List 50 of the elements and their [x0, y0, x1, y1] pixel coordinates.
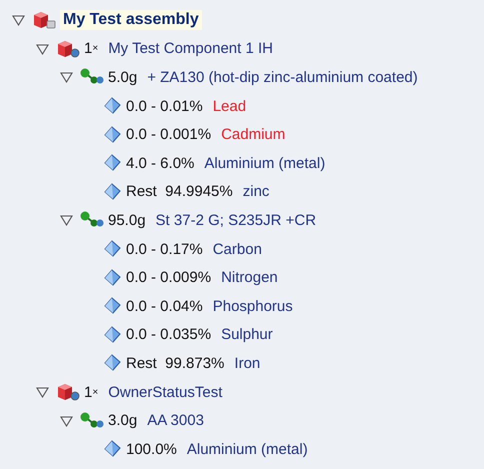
substance-name[interactable]: Aluminium (metal) — [184, 440, 311, 459]
substance-name[interactable]: Cadmium — [218, 125, 288, 144]
substance-name[interactable]: Lead — [210, 96, 250, 116]
expand-toggle[interactable] — [60, 214, 73, 226]
percentage: 0.0 - 0.035% — [126, 326, 212, 344]
diamond-icon — [103, 124, 123, 145]
percentage: Rest 94.9945% — [126, 183, 234, 200]
diamond-icon — [103, 96, 123, 116]
component-name[interactable]: OwnerStatusTest — [105, 382, 226, 402]
substance-name[interactable]: Phosphorus — [210, 296, 296, 316]
diamond-icon — [103, 296, 123, 316]
cube-icon — [55, 38, 81, 59]
weight: 5.0g — [108, 68, 138, 86]
weight: 3.0g — [108, 412, 138, 430]
diamond-icon — [103, 153, 123, 174]
percentage: 0.0 - 0.01% — [126, 98, 204, 115]
weight: 95.0g — [108, 212, 147, 229]
substance-name[interactable]: Iron — [231, 354, 264, 373]
expand-toggle[interactable] — [36, 386, 49, 398]
diamond-icon — [103, 268, 123, 288]
material-name[interactable]: St 37-2 G; S235JR +CR — [152, 210, 320, 230]
component-name[interactable]: My Test Component 1 IH — [105, 39, 276, 58]
diamond-icon — [103, 239, 123, 260]
percentage: 0.0 - 0.04% — [126, 298, 204, 315]
material-name[interactable]: AA 3003 — [144, 411, 207, 430]
diamond-icon — [103, 353, 123, 374]
expand-toggle[interactable] — [36, 42, 49, 55]
assembly-name[interactable]: My Test assembly — [60, 10, 202, 30]
percentage: 0.0 - 0.17% — [126, 240, 204, 258]
substance-name[interactable]: zinc — [240, 182, 272, 202]
percentage: 100.0% — [126, 440, 178, 458]
quantity: 1$^{×}$ — [84, 40, 100, 58]
substance-name[interactable]: Carbon — [210, 240, 265, 259]
diamond-icon — [103, 182, 123, 202]
substance-name[interactable]: Aluminium (metal) — [201, 154, 328, 173]
quantity: 1$^{×}$ — [84, 384, 100, 401]
cube-icon — [55, 382, 81, 402]
diamond-icon — [103, 439, 123, 460]
substance-name[interactable]: Sulphur — [218, 325, 276, 344]
expand-toggle[interactable] — [60, 414, 73, 427]
cube-icon — [31, 10, 57, 30]
percentage: Rest 99.873% — [126, 354, 226, 372]
percentage: 0.0 - 0.009% — [126, 269, 212, 286]
expand-toggle[interactable] — [12, 14, 25, 26]
diamond-icon — [103, 324, 123, 345]
material-name[interactable]: + ZA130 (hot-dip zinc-aluminium coated) — [144, 68, 421, 87]
percentage: 4.0 - 6.0% — [126, 154, 196, 172]
expand-toggle[interactable] — [60, 71, 73, 84]
percentage: 0.0 - 0.001% — [126, 126, 212, 144]
substance-name[interactable]: Nitrogen — [218, 268, 281, 288]
